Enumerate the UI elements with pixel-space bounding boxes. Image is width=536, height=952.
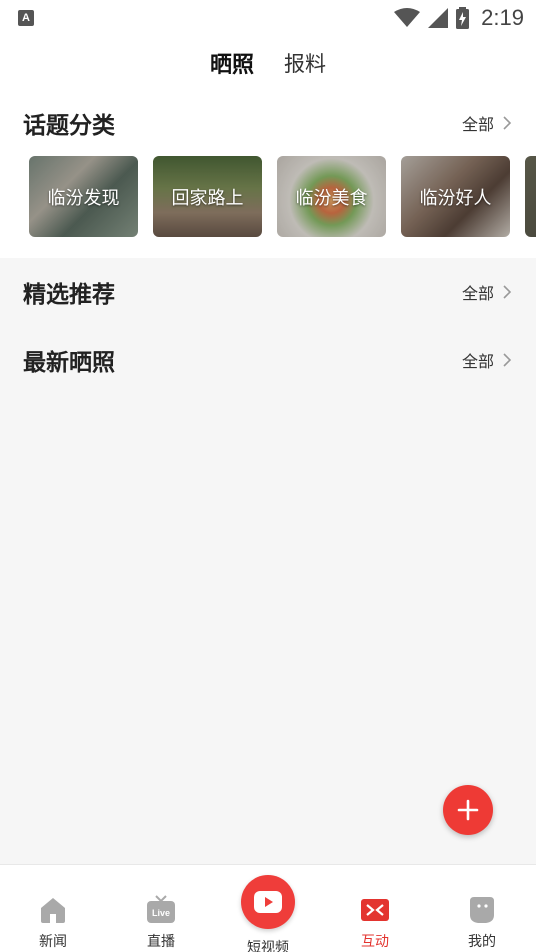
tab-report[interactable]: 报料 [284,48,326,78]
see-all-label: 全部 [461,286,494,303]
chevron-right-icon [503,353,512,367]
add-post-button[interactable] [443,785,493,835]
signal-icon [428,8,449,28]
section-title: 精选推荐 [23,281,115,307]
nav-label: 新闻 [39,933,67,949]
nav-label: 我的 [468,933,496,949]
interact-icon [361,899,389,921]
latest-section-header: 最新晒照 全部 [0,330,536,390]
topic-label: 临汾发现 [47,187,120,208]
topic-card[interactable]: 回家路上 [153,156,262,237]
bottom-nav: 新闻 Live 直播 短视频 互动 我的 [0,864,536,952]
topic-card[interactable]: 临汾美食 [277,156,386,237]
topic-section-header: 话题分类 全部 [0,103,536,143]
profile-icon [470,897,494,923]
topic-image [525,156,536,237]
status-bar: A 2:19 [0,0,536,36]
nav-item-live[interactable]: Live 直播 [121,865,201,952]
see-all-label: 全部 [461,117,494,134]
featured-see-all-button[interactable]: 全部 [462,280,512,304]
featured-section-header: 精选推荐 全部 [0,262,536,322]
nav-item-short-video[interactable]: 短视频 [228,865,308,952]
chevron-right-icon [503,285,512,299]
section-title: 话题分类 [23,112,115,138]
topic-see-all-button[interactable]: 全部 [462,111,512,135]
topic-card-partial[interactable] [525,156,536,237]
wifi-icon [394,8,421,27]
nav-label: 短视频 [247,939,289,952]
play-video-icon [241,875,295,929]
topic-label: 临汾好人 [419,187,492,208]
tab-photos[interactable]: 晒照 [210,47,254,79]
live-tv-icon: Live [147,895,175,923]
section-title: 最新晒照 [23,349,115,375]
latest-see-all-button[interactable]: 全部 [462,348,512,372]
topic-card[interactable]: 临汾好人 [401,156,510,237]
topics-row: 临汾发现 回家路上 临汾美食 临汾好人 [29,156,536,237]
nav-item-news[interactable]: 新闻 [13,865,93,952]
nav-item-profile[interactable]: 我的 [442,865,522,952]
status-time: 2:19 [481,5,524,30]
nav-label: 直播 [147,933,175,949]
see-all-label: 全部 [461,354,494,371]
plus-icon [457,799,479,821]
notification-app-icon: A [18,10,34,26]
chevron-right-icon [503,116,512,130]
nav-item-interact[interactable]: 互动 [335,865,415,952]
topic-label: 临汾美食 [295,187,368,208]
topic-section: 话题分类 全部 临汾发现 回家路上 临汾美食 临汾好人 [0,90,536,258]
topic-label: 回家路上 [171,187,244,208]
svg-text:Live: Live [152,908,170,918]
top-tabs: 晒照 报料 [0,36,536,90]
battery-icon [456,7,470,29]
home-icon [41,898,65,923]
topic-card[interactable]: 临汾发现 [29,156,138,237]
nav-label: 互动 [361,933,389,949]
